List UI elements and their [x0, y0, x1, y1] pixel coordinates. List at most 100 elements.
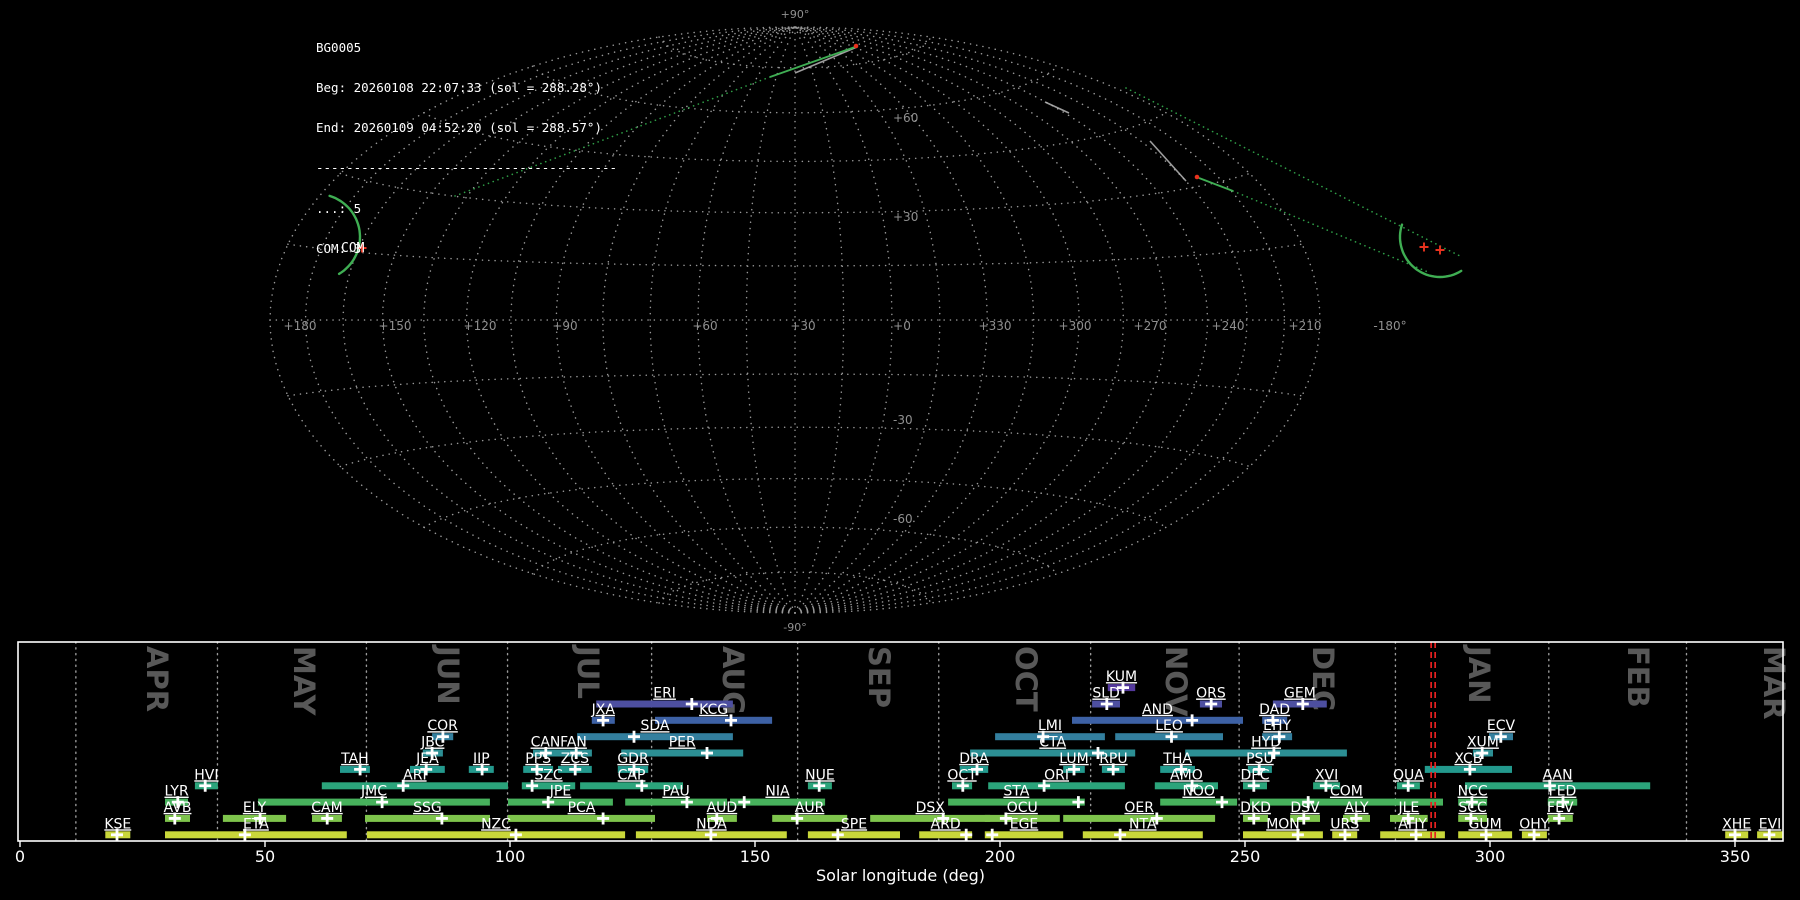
month-label: MAR — [1757, 646, 1791, 720]
x-tick-label: 50 — [255, 847, 275, 866]
shower-code-label: OER — [1124, 800, 1154, 816]
shower-code-label: DRA — [959, 751, 989, 767]
shower-bar — [772, 814, 848, 822]
shower-code-label: ORI — [1044, 767, 1069, 783]
shower-code-label: TAH — [340, 751, 369, 767]
month-label: JUN — [431, 644, 465, 705]
shower-code-label: SDA — [641, 718, 670, 734]
month-label: JAN — [1462, 644, 1496, 704]
sky-grid-parallel — [423, 477, 1167, 528]
meteor-trail — [1149, 140, 1187, 182]
sky-latitude-label: +60 — [893, 111, 918, 125]
sky-longitude-label: +60 — [692, 319, 717, 333]
shower-code-label: EGE — [1010, 816, 1039, 832]
shower-bar — [655, 716, 773, 724]
sky-longitude-label: +180 — [284, 319, 317, 333]
shower-peak-marker — [509, 828, 522, 841]
count-unassigned: ...: 5 — [316, 200, 362, 216]
shower-code-label: DSX — [916, 800, 946, 816]
shower-code-label: AUD — [707, 800, 738, 816]
sky-latitude-label: -60 — [893, 512, 913, 526]
shower-code-label: KCG — [699, 702, 728, 718]
meteor-trail — [794, 46, 858, 74]
shower-code-label: XHE — [1722, 816, 1751, 832]
shower-peak-marker — [1072, 796, 1085, 809]
sky-longitude-label: +120 — [464, 319, 497, 333]
shower-code-label: MON — [1266, 816, 1300, 832]
x-tick-label: 150 — [740, 847, 771, 866]
separator-line: ---------------------------------------- — [316, 160, 618, 176]
shower-peak-marker — [1216, 796, 1228, 809]
shower-code-label: NIA — [765, 784, 790, 800]
x-tick-label: 300 — [1475, 847, 1506, 866]
sky-grid-parallel — [339, 426, 1251, 468]
sky-pole-label: -90° — [783, 621, 806, 634]
sky-longitude-label: +90 — [552, 319, 577, 333]
sky-latitude-label: +30 — [893, 210, 918, 224]
month-label: OCT — [1009, 646, 1043, 712]
sky-longitude-label: +210 — [1289, 319, 1322, 333]
shower-bar — [577, 733, 733, 741]
month-label: APR — [140, 646, 174, 712]
month-label: SEP — [862, 646, 896, 708]
shower-code-label: AND — [1142, 702, 1173, 718]
month-label: FEB — [1621, 646, 1655, 708]
ecliptic-dotted-line — [1125, 87, 1463, 258]
sky-longitude-label: +330 — [979, 319, 1012, 333]
shower-bar — [321, 782, 508, 790]
radiant-cross — [1419, 242, 1429, 252]
shower-code-label: STA — [1003, 784, 1029, 800]
shower-peak-marker — [986, 828, 999, 841]
meteor-trail-matched — [769, 46, 856, 78]
radiant-cross — [1435, 245, 1445, 255]
shower-peak-marker — [701, 747, 713, 760]
shower-peak-marker — [1114, 828, 1127, 841]
session-info-panel: BG0005 Beg: 20260108 22:07:33 (sol = 288… — [316, 14, 617, 282]
sky-grid-meridian — [745, 26, 796, 614]
shower-bar — [365, 814, 490, 822]
shower-bar — [1243, 831, 1323, 839]
shower-code-label: DAD — [1259, 702, 1290, 718]
shower-peak-marker — [628, 730, 640, 743]
month-label: MAY — [287, 646, 321, 717]
shower-code-label: PCA — [568, 800, 596, 816]
shower-bar — [165, 831, 347, 839]
x-axis-title: Solar longitude (deg) — [816, 866, 985, 885]
shower-code-label: PER — [669, 735, 696, 751]
shower-peak-marker — [738, 796, 751, 809]
sky-latitude-label: -30 — [893, 413, 913, 427]
shower-peak-marker — [597, 812, 610, 825]
radiant-circle — [1398, 223, 1463, 279]
shower-code-label: OCU — [1007, 800, 1038, 816]
x-tick-label: 0 — [15, 847, 25, 866]
station-id: BG0005 — [316, 39, 362, 55]
shower-code-label: ERI — [653, 686, 676, 702]
shower-peak-marker — [685, 698, 698, 710]
shower-code-label: LMI — [1038, 718, 1062, 734]
meteor-plot-canvas: +180 +150 +120 +90 +60 +30 +0 +330 +300 +270 +240 +… — [15, 8, 1791, 885]
session-begin: Beg: 20260108 22:07:33 (sol = 288.28°) — [316, 80, 602, 96]
shower-code-label: AUR — [795, 800, 825, 816]
meteor-trail-matched — [1198, 177, 1234, 192]
shower-code-label: SSG — [413, 800, 442, 816]
shower-code-label: KUM — [1106, 669, 1137, 685]
shower-code-label: THA — [1162, 751, 1192, 767]
sky-longitude-label: +300 — [1059, 319, 1092, 333]
ecliptic-dotted-line — [1232, 190, 1429, 273]
shower-code-label: ELY — [243, 800, 267, 816]
sky-longitude-label: +270 — [1134, 319, 1167, 333]
shower-code-label: COM — [1330, 784, 1363, 800]
shower-bar — [807, 831, 900, 839]
x-tick-label: 100 — [495, 847, 526, 866]
shower-code-label: FAN — [560, 735, 587, 751]
sky-pole-label: +90° — [781, 8, 810, 21]
x-tick-label: 250 — [1230, 847, 1261, 866]
shower-code-label: GEM — [1284, 686, 1316, 702]
shower-code-label: DKD — [1240, 800, 1271, 816]
shower-peak-marker — [960, 828, 973, 841]
sky-longitude-label: +30 — [790, 319, 815, 333]
sky-longitude-label: +150 — [379, 319, 412, 333]
shower-bar — [1082, 831, 1203, 839]
timeline-frame — [17, 641, 1784, 842]
radiant-dot — [1194, 174, 1200, 180]
